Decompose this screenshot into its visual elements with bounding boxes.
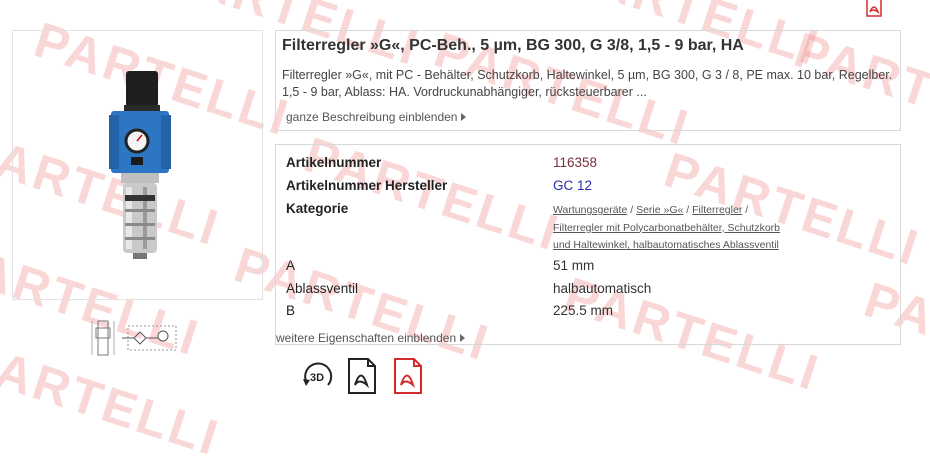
property-label-ablassventil: Ablassventil [286, 281, 359, 296]
property-value-hersteller-link[interactable]: GC 12 [553, 178, 592, 193]
category-link-filterregler-polycarbonat[interactable]: Filterregler mit Polycarbonatbehälter, S… [553, 222, 780, 252]
3d-view-icon[interactable]: 3D [300, 359, 336, 393]
property-label-b: B [286, 303, 296, 318]
show-more-properties-label: weitere Eigenschaften einblenden [276, 331, 457, 345]
product-description: Filterregler »G«, mit PC - Behälter, Sch… [282, 68, 893, 99]
chevron-right-icon [460, 334, 466, 342]
category-separator: / [627, 204, 637, 216]
category-breadcrumb: Wartungsgeräte / Serie »G« / Filterregle… [553, 202, 798, 255]
property-value-ablassventil: halbautomatisch [553, 281, 652, 296]
3d-label: 3D [310, 372, 324, 384]
product-image-frame[interactable] [12, 30, 263, 300]
show-more-properties-link[interactable]: weitere Eigenschaften einblenden [276, 331, 466, 345]
property-label-kategorie: Kategorie [286, 201, 349, 216]
property-value-artikelnummer: 116358 [553, 155, 598, 170]
chevron-right-icon [461, 113, 467, 121]
product-image [109, 71, 171, 259]
property-label-a: A [286, 258, 296, 273]
pdf-download-icon[interactable] [864, 0, 884, 18]
show-description-link[interactable]: ganze Beschreibung einblenden [286, 110, 467, 124]
category-link-wartungsgeraete[interactable]: Wartungsgeräte [553, 204, 627, 216]
property-label-hersteller: Artikelnummer Hersteller [286, 178, 448, 193]
category-link-filterregler[interactable]: Filterregler [692, 204, 742, 216]
property-value-b: 225.5 mm [553, 303, 614, 318]
property-label-artikelnummer: Artikelnummer [286, 155, 382, 170]
category-link-serie-g[interactable]: Serie »G« [636, 204, 683, 216]
property-value-a: 51 mm [553, 258, 595, 273]
product-title: Filterregler »G«, PC-Beh., 5 µm, BG 300,… [282, 37, 744, 54]
pdf-datasheet-icon[interactable] [392, 358, 424, 394]
show-description-label: ganze Beschreibung einblenden [286, 110, 458, 124]
thumbnail-drawing[interactable] [88, 318, 184, 358]
category-separator: / [742, 204, 749, 216]
pdf-document-icon[interactable] [346, 358, 378, 394]
category-separator: / [683, 204, 693, 216]
